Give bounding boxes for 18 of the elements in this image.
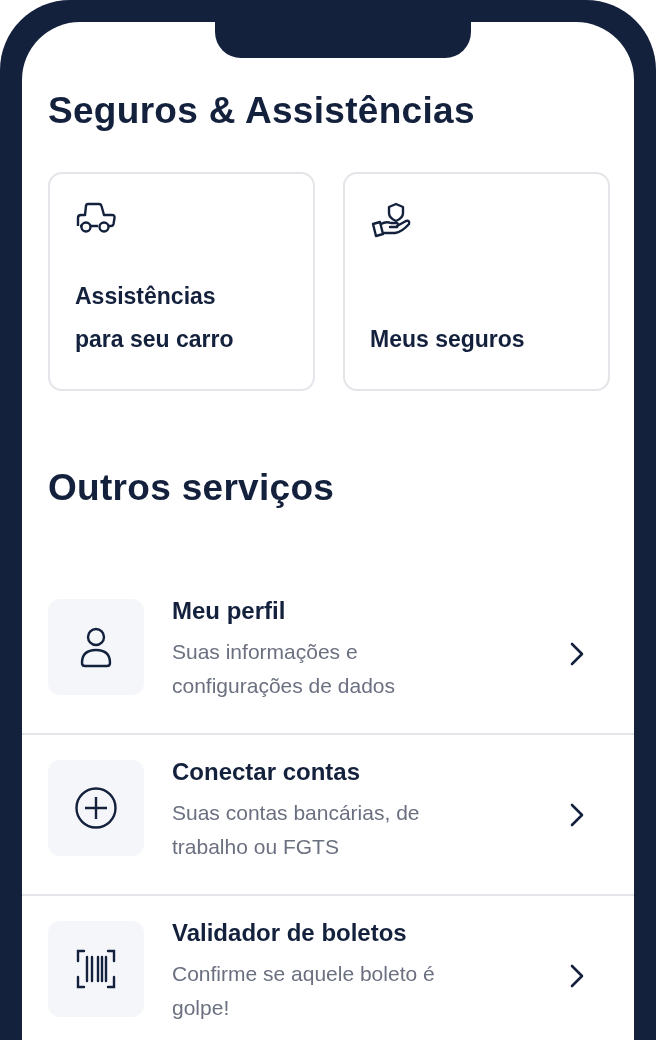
item-title: Validador de boletos (172, 918, 408, 947)
section-title: Outros serviços (48, 467, 336, 509)
chevron-right-icon (570, 802, 584, 827)
chevron-right-icon (570, 963, 584, 988)
plus-circle-icon (74, 785, 118, 830)
service-card[interactable]: Meus seguros (343, 172, 610, 391)
service-card[interactable]: Assistências para seu carro (48, 172, 315, 391)
item-description: Confirme se aquele boleto é golpe! (172, 960, 436, 1021)
chevron-right-icon (570, 641, 584, 666)
hand-shield-icon (370, 202, 412, 238)
item-title: Meu perfil (172, 596, 287, 625)
car-icon (75, 202, 117, 234)
barcode-icon (75, 948, 117, 989)
section-title: Seguros & Assistências (48, 90, 476, 132)
item-description: Suas contas bancárias, de trabalho ou FGTS (172, 799, 421, 860)
person-icon (79, 625, 113, 668)
item-description: Suas informações e configurações de dados (172, 638, 396, 699)
item-title: Conectar contas (172, 757, 362, 786)
